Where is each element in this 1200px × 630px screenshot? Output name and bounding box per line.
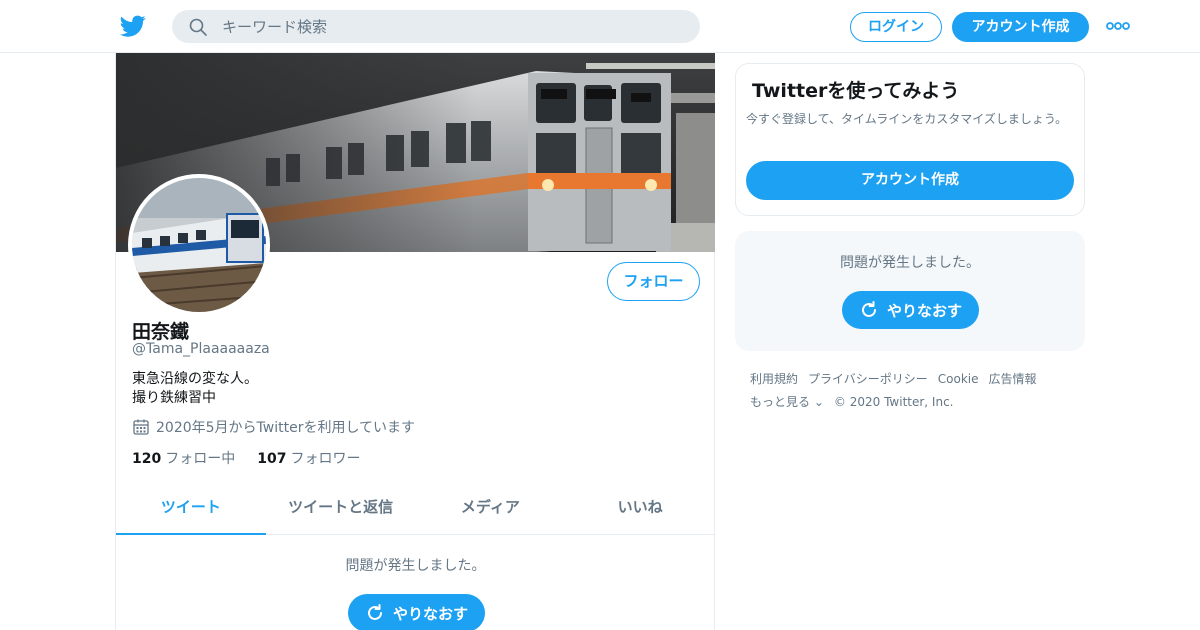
profile-name: 田奈鐵 (132, 321, 190, 343)
footer-more-label: もっと見る (750, 395, 811, 409)
promo-title: Twitterを使ってみよう (752, 80, 960, 102)
footer-link-terms[interactable]: 利用規約 (750, 368, 798, 391)
top-navigation-bar: ログイン アカウント作成 (0, 0, 1200, 53)
join-date: 2020年5月からTwitterを利用しています (132, 417, 415, 437)
footer-link-privacy[interactable]: プライバシーポリシー (808, 368, 928, 391)
chevron-down-icon: ⌄ (813, 395, 824, 409)
following-stat[interactable]: 120 フォロー中 (132, 448, 235, 468)
profile-column: フォロー 田奈鐵 @Tama_Plaaaaaaza 東急沿線の変な人。 撮り鉄練… (115, 53, 715, 630)
sidebar-error-card: 問題が発生しました。 やりなおす (735, 231, 1085, 351)
footer-link-cookie[interactable]: Cookie (938, 368, 979, 391)
tab-tweets-and-replies[interactable]: ツイートと返信 (266, 483, 416, 534)
following-count: 120 (132, 451, 162, 467)
promo-text: 今すぐ登録して、タイムラインをカスタマイズしましょう。 (746, 112, 1068, 126)
profile-bio: 東急沿線の変な人。 撮り鉄練習中 (132, 370, 258, 408)
retry-label: やりなおす (886, 301, 962, 320)
bio-line: 東急沿線の変な人。 (132, 371, 258, 387)
join-date-text: 2020年5月からTwitterを利用しています (156, 420, 416, 436)
sidebar-error-message: 問題が発生しました。 (840, 255, 980, 271)
search-box[interactable] (172, 10, 700, 43)
refresh-icon (862, 301, 876, 317)
followers-count: 107 (257, 451, 287, 467)
search-input[interactable] (222, 10, 682, 43)
profile-avatar[interactable] (128, 174, 270, 316)
refresh-icon (368, 604, 382, 620)
timeline-error-message: 問題が発生しました。 (345, 558, 486, 574)
following-label: フォロー中 (165, 451, 236, 467)
profile-handle[interactable]: @Tama_Plaaaaaaza (132, 341, 270, 357)
signup-button[interactable]: アカウント作成 (952, 12, 1089, 42)
footer-copyright: © 2020 Twitter, Inc. (833, 395, 954, 409)
login-button[interactable]: ログイン (850, 12, 942, 42)
calendar-icon (133, 419, 149, 435)
followers-label: フォロワー (290, 451, 361, 467)
footer-more-link[interactable]: もっと見る ⌄ (750, 391, 824, 414)
footer-link-ads[interactable]: 広告情報 (989, 368, 1037, 391)
blue-train-photo (132, 178, 266, 312)
tab-tweets[interactable]: ツイート (116, 483, 266, 535)
profile-stats: 120 フォロー中 107 フォロワー (132, 448, 382, 468)
sidebar-retry-button[interactable]: やりなおす (842, 291, 979, 329)
search-icon (189, 18, 207, 36)
twitter-bird-icon[interactable] (120, 13, 146, 39)
follow-button[interactable]: フォロー (607, 262, 700, 301)
tab-media[interactable]: メディア (416, 483, 566, 534)
bio-line: 撮り鉄練習中 (132, 390, 216, 406)
promo-signup-button[interactable]: アカウント作成 (746, 161, 1074, 200)
followers-stat[interactable]: 107 フォロワー (257, 448, 360, 468)
tab-likes[interactable]: いいね (565, 483, 715, 534)
more-dots-icon[interactable] (1105, 18, 1131, 34)
footer-links: 利用規約 プライバシーポリシー Cookie 広告情報 もっと見る ⌄ © 20… (750, 368, 1085, 414)
signup-promo-card: Twitterを使ってみよう 今すぐ登録して、タイムラインをカスタマイズしましょ… (735, 63, 1085, 216)
timeline-retry-button[interactable]: やりなおす (348, 594, 485, 630)
profile-tabs: ツイート ツイートと返信 メディア いいね (116, 483, 715, 535)
retry-label: やりなおす (392, 604, 468, 623)
